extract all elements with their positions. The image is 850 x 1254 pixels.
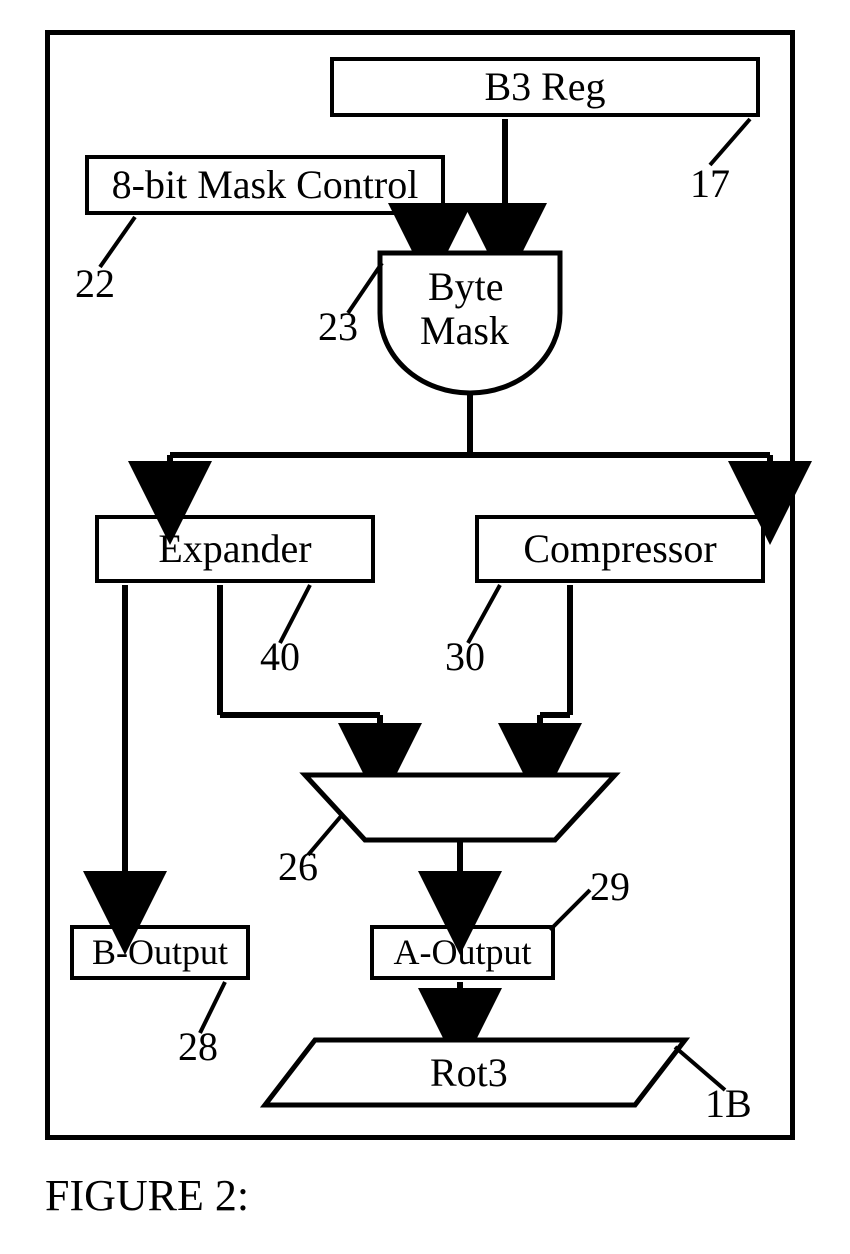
- ref-1b: 1B: [705, 1080, 752, 1127]
- diagram-frame: B3 Reg 17 8-bit Mask Control 22: [45, 30, 795, 1140]
- figure-caption: FIGURE 2:: [45, 1170, 249, 1221]
- leader-1b: [50, 35, 790, 1135]
- page-root: B3 Reg 17 8-bit Mask Control 22: [0, 0, 850, 1254]
